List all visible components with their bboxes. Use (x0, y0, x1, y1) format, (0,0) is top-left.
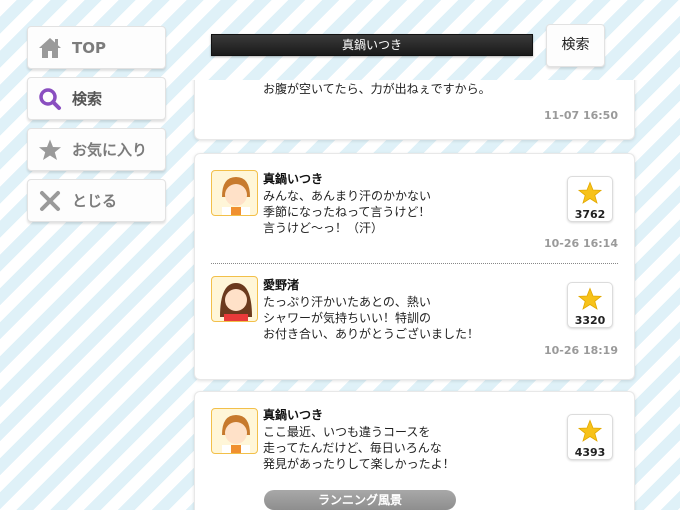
post-time: 10-26 18:19 (543, 344, 618, 357)
post-message-line: ここ最近、いつも違うコースを (263, 425, 431, 439)
nav-favorites-label: お気に入り (72, 141, 148, 159)
close-icon (28, 190, 72, 212)
search-button[interactable]: 検索 (546, 24, 605, 67)
search-icon (28, 87, 72, 111)
post-message-line: お付き合い、ありがとうございました！ (263, 327, 480, 341)
post-author: 真鍋いつき (263, 408, 324, 422)
post-message: ここ最近、いつも違うコースを 走ってたんだけど、毎日いろんな 発見があったりして… (263, 424, 455, 472)
nav-close-button[interactable]: とじる (27, 179, 166, 222)
avatar[interactable] (211, 408, 258, 454)
post-message-line: 言うけど～っ！（汗） (263, 221, 384, 235)
post-time: 10-26 16:14 (543, 237, 618, 250)
post-message-line: たっぷり汗かいたあとの、熱い (263, 295, 431, 309)
post-time: 11-07 16:50 (543, 109, 618, 122)
favorite-count: 3762 (574, 208, 606, 221)
favorite-button[interactable]: 3320 (567, 282, 613, 328)
favorite-button[interactable]: 4393 (567, 414, 613, 460)
nav-search-button[interactable]: 検索 (27, 77, 166, 120)
favorite-count: 4393 (574, 446, 606, 459)
post-message-line: シャワーが気持ちいい！特訓の (263, 311, 432, 325)
star-icon (577, 419, 603, 442)
post-card: 真鍋いつき みんな、あんまり汗のかかない 季節になったねって言うけど！ 言うけど… (194, 153, 635, 380)
favorite-button[interactable]: 3762 (567, 176, 613, 222)
nav-favorites-button[interactable]: お気に入り (27, 128, 166, 171)
nav-top-button[interactable]: TOP (27, 26, 166, 69)
tag-pill[interactable]: ランニング風景 (264, 490, 456, 510)
post-message: みんな、あんまり汗のかかない 季節になったねって言うけど！ 言うけど～っ！（汗） (263, 188, 431, 236)
page-title: 真鍋いつき (211, 34, 533, 56)
favorite-count: 3320 (574, 314, 606, 327)
post-author: 愛野渚 (263, 278, 300, 292)
post-card: お腹が空いてたら、力が出ねぇですから。 3665 11-07 16:50 (194, 80, 635, 140)
post-author: 真鍋いつき (263, 172, 324, 186)
nav-search-label: 検索 (72, 90, 103, 108)
post-message: たっぷり汗かいたあとの、熱い シャワーが気持ちいい！特訓の お付き合い、ありがと… (263, 294, 479, 342)
post-message: お腹が空いてたら、力が出ねぇですから。 (263, 81, 491, 97)
star-icon (577, 181, 603, 204)
divider (211, 263, 618, 264)
post-message-line: 発見があったりして楽しかったよ！ (263, 457, 455, 471)
avatar[interactable] (211, 170, 258, 216)
nav-close-label: とじる (72, 192, 118, 210)
avatar[interactable] (211, 276, 258, 322)
post-message-line: みんな、あんまり汗のかかない (263, 189, 432, 203)
post-message-line: お腹が空いてたら、力が出ねぇですから。 (263, 82, 491, 96)
post-list[interactable]: お腹が空いてたら、力が出ねぇですから。 3665 11-07 16:50 真鍋い… (190, 80, 640, 510)
home-icon (28, 36, 72, 60)
star-icon (577, 287, 603, 310)
post-message-line: 走ってたんだけど、毎日いろんな (263, 441, 442, 455)
post-message-line: 季節になったねって言うけど！ (263, 205, 431, 219)
star-icon (28, 138, 72, 162)
nav-top-label: TOP (72, 38, 106, 57)
